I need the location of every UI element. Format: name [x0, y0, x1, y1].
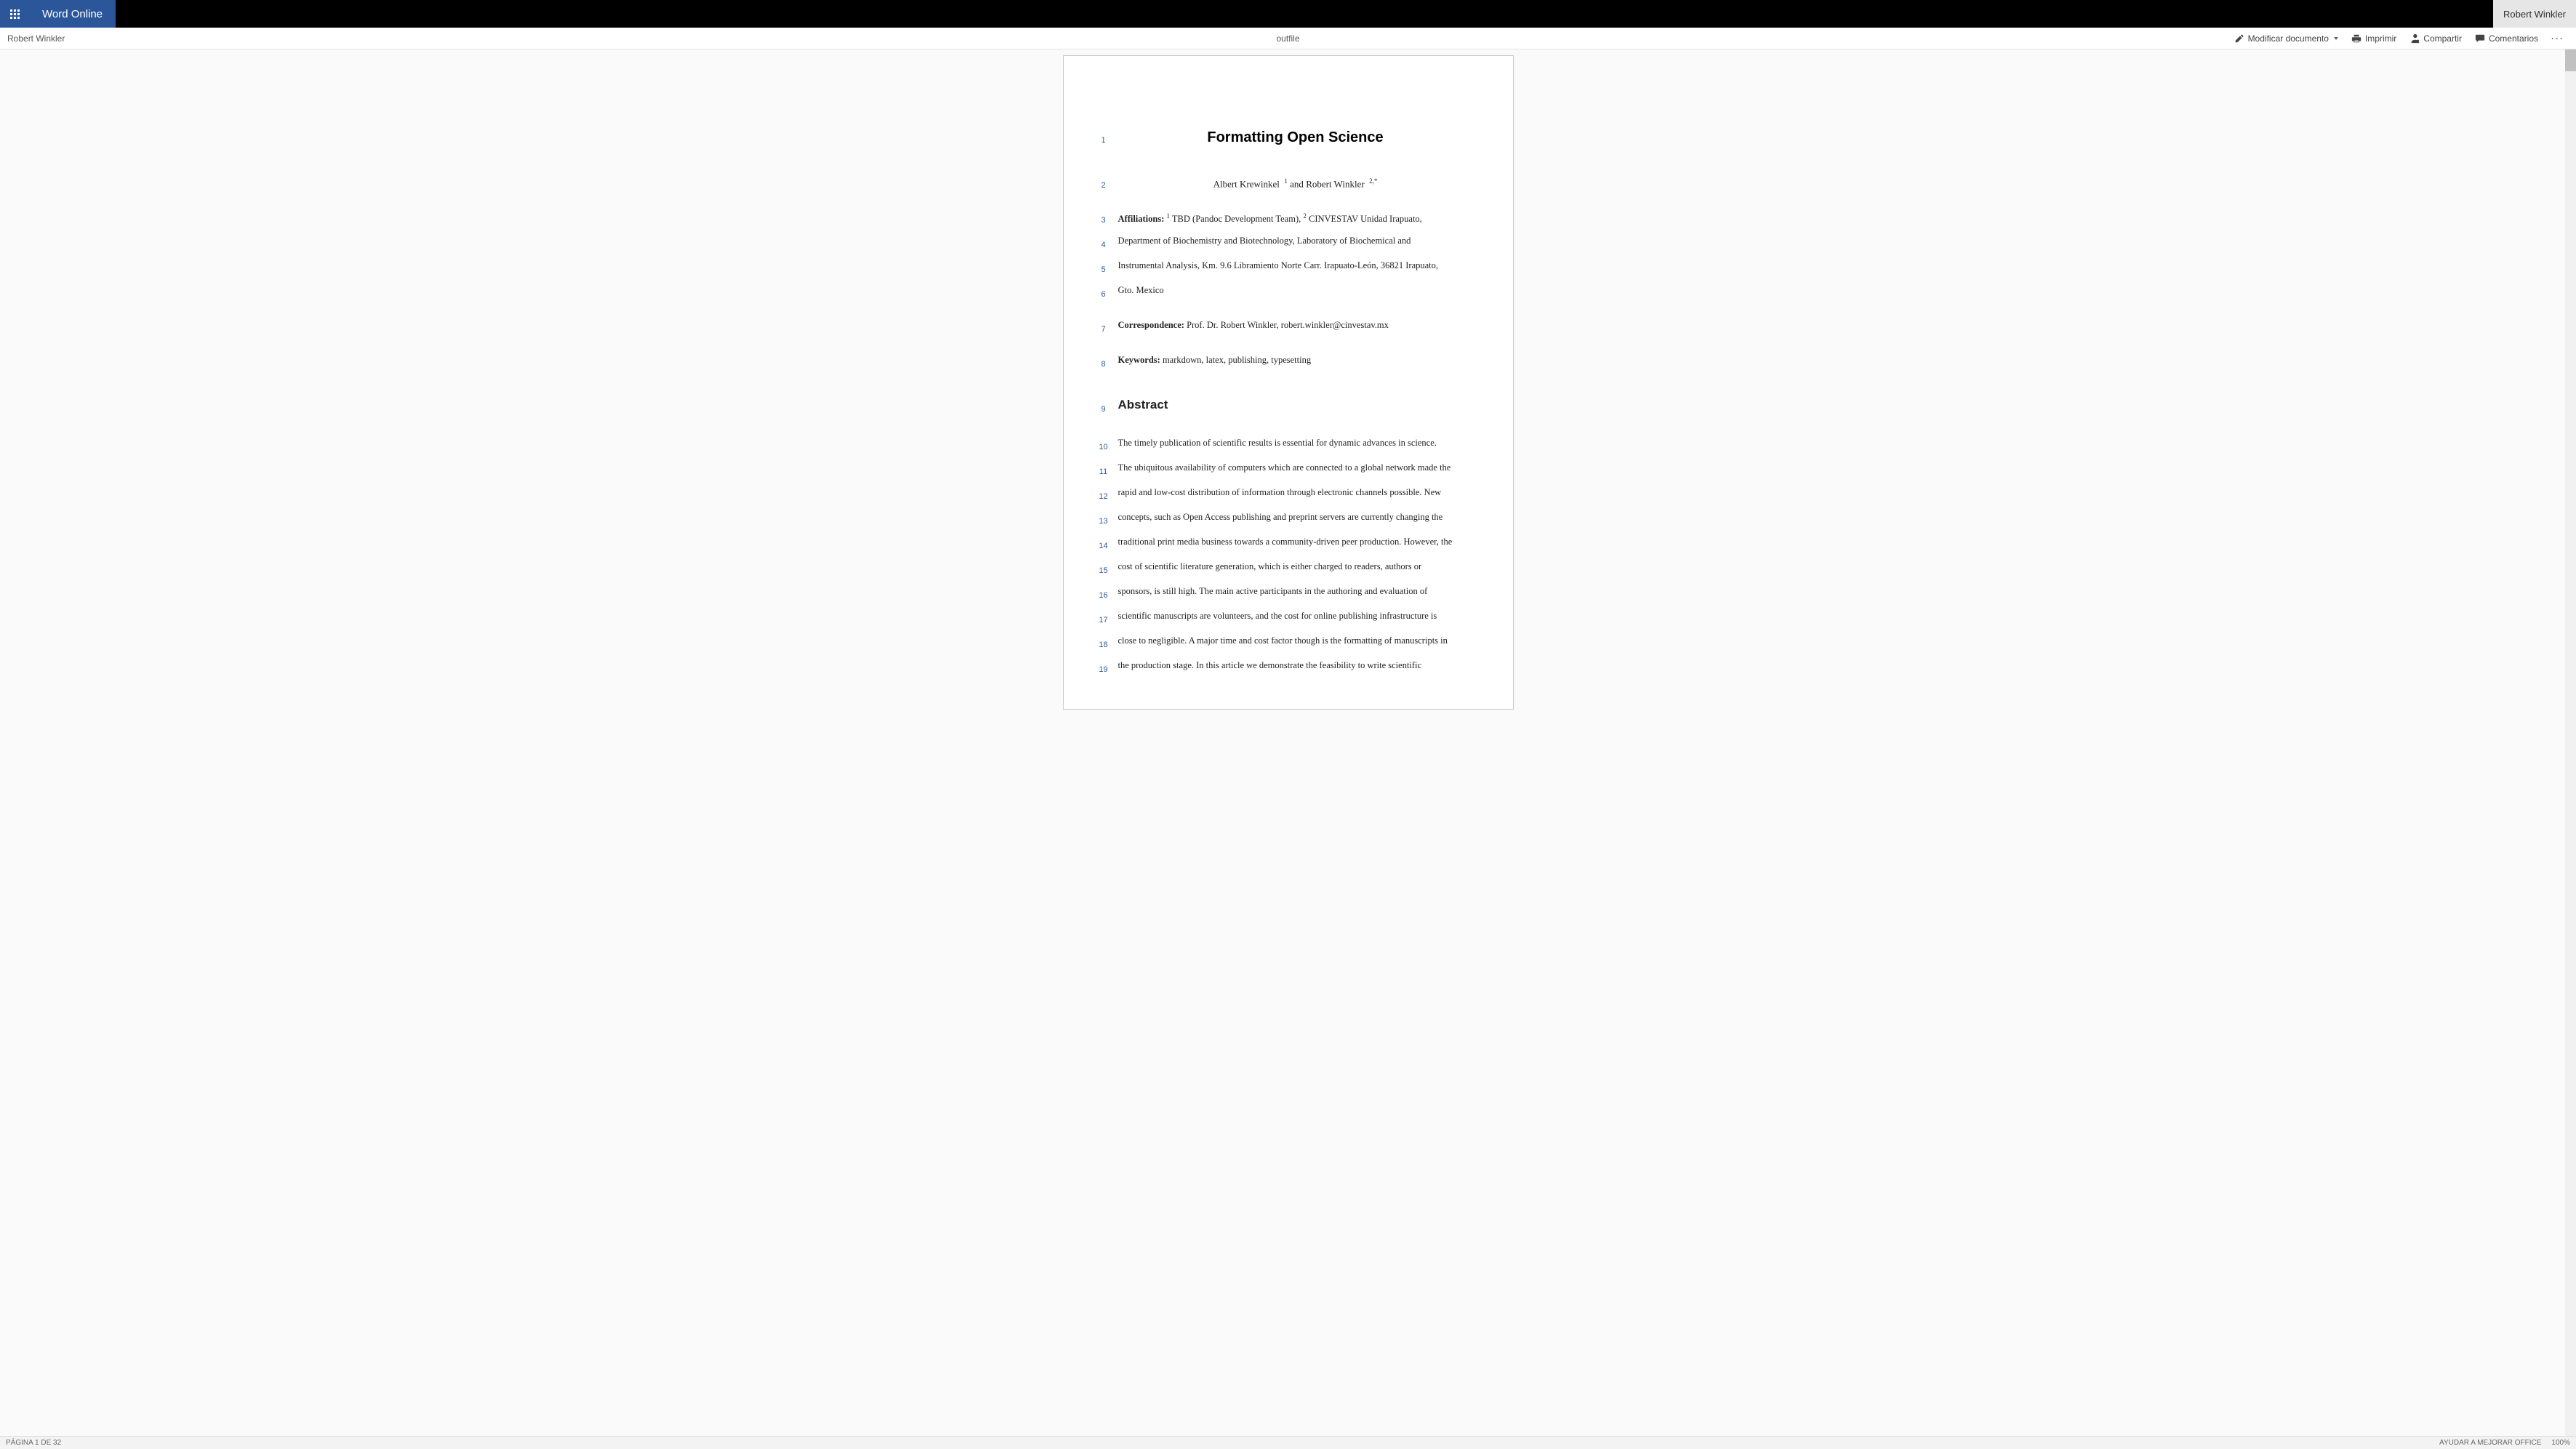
- line-text: rapid and low-cost distribution of infor…: [1118, 482, 1473, 502]
- page-counter[interactable]: PÁGINA 1 DE 32: [6, 1439, 61, 1447]
- edit-document-label: Modificar documento: [2248, 33, 2329, 44]
- doc-line: 6 Gto. Mexico: [1089, 280, 1473, 305]
- line-number: 18: [1089, 630, 1118, 655]
- line-text: close to negligible. A major time and co…: [1118, 630, 1473, 651]
- scrollbar-thumb[interactable]: [2565, 49, 2576, 71]
- line-text: concepts, such as Open Access publishing…: [1118, 507, 1473, 527]
- authors: Albert Krewinkel 1 and Robert Winkler 2,…: [1118, 171, 1473, 194]
- comment-icon: [2475, 33, 2485, 44]
- doc-line: 18 close to negligible. A major time and…: [1089, 630, 1473, 655]
- line-text: cost of scientific literature generation…: [1118, 556, 1473, 577]
- workspace: 1 Formatting Open Science 2 Albert Krewi…: [0, 49, 2576, 1436]
- line-number: 12: [1089, 482, 1118, 507]
- doc-title: Formatting Open Science: [1118, 127, 1473, 148]
- doc-line: 9 Abstract: [1089, 395, 1473, 420]
- line-text: The timely publication of scientific res…: [1118, 433, 1473, 453]
- print-icon: [2351, 33, 2362, 44]
- line-number: 11: [1089, 457, 1118, 482]
- pencil-icon: [2234, 33, 2244, 44]
- doc-line: 19 the production stage. In this article…: [1089, 655, 1473, 680]
- line-number: 3: [1089, 206, 1118, 230]
- line-number: 13: [1089, 507, 1118, 531]
- scrollbar-track[interactable]: [2565, 49, 2576, 1436]
- line-number: 15: [1089, 556, 1118, 581]
- help-improve-link[interactable]: AYUDAR A MEJORAR OFFICE: [2439, 1439, 2541, 1447]
- line-number: 9: [1089, 395, 1118, 420]
- line-text: the production stage. In this article we…: [1118, 655, 1473, 675]
- line-number: 17: [1089, 606, 1118, 630]
- chevron-down-icon: [2334, 37, 2338, 40]
- doc-line: 14 traditional print media business towa…: [1089, 531, 1473, 556]
- toolbar: Robert Winkler outfile Modificar documen…: [0, 28, 2576, 49]
- doc-line: 3 Affiliations: 1 TBD (Pandoc Developmen…: [1089, 206, 1473, 230]
- app-launcher-button[interactable]: [0, 0, 29, 28]
- document-page[interactable]: 1 Formatting Open Science 2 Albert Krewi…: [1063, 55, 1514, 710]
- doc-line: 8 Keywords: markdown, latex, publishing,…: [1089, 350, 1473, 374]
- line-number: 5: [1089, 255, 1118, 280]
- share-label: Compartir: [2423, 33, 2462, 44]
- doc-line: 10 The timely publication of scientific …: [1089, 433, 1473, 457]
- doc-line: 4 Department of Biochemistry and Biotech…: [1089, 230, 1473, 255]
- signed-in-user[interactable]: Robert Winkler: [2493, 0, 2576, 28]
- doc-line: 17 scientific manuscripts are volunteers…: [1089, 606, 1473, 630]
- line-number: 8: [1089, 350, 1118, 374]
- doc-line: 2 Albert Krewinkel 1 and Robert Winkler …: [1089, 171, 1473, 196]
- share-button[interactable]: Compartir: [2410, 33, 2462, 44]
- line-number: 10: [1089, 433, 1118, 457]
- line-number: 19: [1089, 655, 1118, 680]
- line-number: 14: [1089, 531, 1118, 556]
- line-text: scientific manuscripts are volunteers, a…: [1118, 606, 1473, 626]
- line-text: traditional print media business towards…: [1118, 531, 1473, 552]
- line-number: 6: [1089, 280, 1118, 305]
- correspondence: Correspondence: Prof. Dr. Robert Winkler…: [1118, 315, 1473, 335]
- line-text: Instrumental Analysis, Km. 9.6 Libramien…: [1118, 255, 1473, 276]
- line-text: Department of Biochemistry and Biotechno…: [1118, 230, 1473, 251]
- doc-line: 5 Instrumental Analysis, Km. 9.6 Librami…: [1089, 255, 1473, 280]
- doc-line: 13 concepts, such as Open Access publish…: [1089, 507, 1473, 531]
- line-number: 7: [1089, 315, 1118, 340]
- doc-line: 11 The ubiquitous availability of comput…: [1089, 457, 1473, 482]
- doc-line: 7 Correspondence: Prof. Dr. Robert Winkl…: [1089, 315, 1473, 340]
- doc-line: 15 cost of scientific literature generat…: [1089, 556, 1473, 581]
- line-text: sponsors, is still high. The main active…: [1118, 581, 1473, 601]
- doc-line: 16 sponsors, is still high. The main act…: [1089, 581, 1473, 606]
- comments-label: Comentarios: [2489, 33, 2538, 44]
- app-name[interactable]: Word Online: [29, 0, 116, 28]
- abstract-heading: Abstract: [1118, 395, 1473, 415]
- affiliations: Affiliations: 1 TBD (Pandoc Development …: [1118, 206, 1473, 229]
- line-number: 1: [1089, 127, 1118, 150]
- line-text: The ubiquitous availability of computers…: [1118, 457, 1473, 478]
- comments-button[interactable]: Comentarios: [2475, 33, 2538, 44]
- line-text: Gto. Mexico: [1118, 280, 1473, 300]
- status-bar: PÁGINA 1 DE 32 AYUDAR A MEJORAR OFFICE 1…: [0, 1436, 2576, 1449]
- edit-document-button[interactable]: Modificar documento: [2234, 33, 2338, 44]
- more-button[interactable]: ···: [2551, 33, 2564, 44]
- line-number: 2: [1089, 171, 1118, 196]
- keywords: Keywords: markdown, latex, publishing, t…: [1118, 350, 1473, 370]
- print-button[interactable]: Imprimir: [2351, 33, 2396, 44]
- zoom-level[interactable]: 100%: [2551, 1439, 2570, 1447]
- print-label: Imprimir: [2365, 33, 2396, 44]
- line-number: 16: [1089, 581, 1118, 606]
- doc-line: 12 rapid and low-cost distribution of in…: [1089, 482, 1473, 507]
- line-number: 4: [1089, 230, 1118, 255]
- author-label: Robert Winkler: [7, 33, 65, 44]
- waffle-icon: [10, 9, 20, 19]
- doc-line: 1 Formatting Open Science: [1089, 127, 1473, 150]
- document-name[interactable]: outfile: [1276, 33, 1299, 44]
- share-icon: [2410, 33, 2420, 44]
- title-bar: Word Online Robert Winkler: [0, 0, 2576, 28]
